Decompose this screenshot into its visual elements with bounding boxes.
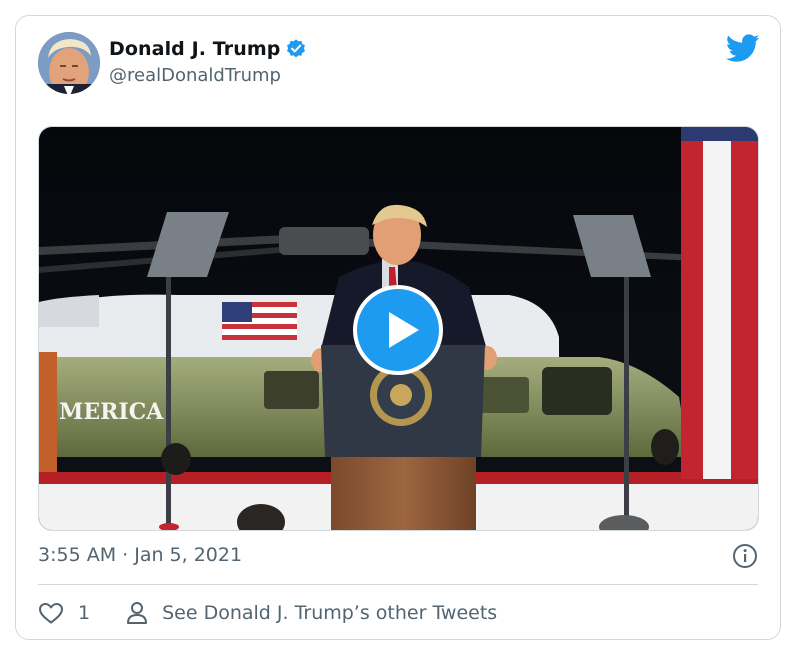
verified-badge-icon xyxy=(285,38,307,60)
helicopter-lettering: MERICA xyxy=(59,399,164,425)
tweet-actions: 1 See Donald J. Trump’s other Tweets xyxy=(38,598,497,628)
like-count: 1 xyxy=(78,602,91,624)
play-button[interactable] xyxy=(353,285,443,375)
video-media[interactable]: MERICA xyxy=(38,126,759,531)
divider xyxy=(38,584,758,585)
person-icon xyxy=(127,602,148,624)
other-tweets-label[interactable]: See Donald J. Trump’s other Tweets xyxy=(162,602,497,624)
display-name[interactable]: Donald J. Trump xyxy=(109,38,280,60)
twitter-bird-icon[interactable] xyxy=(725,34,760,64)
american-flag xyxy=(681,127,758,479)
heart-icon xyxy=(39,603,63,624)
other-tweets-link[interactable]: See Donald J. Trump’s other Tweets xyxy=(126,601,497,625)
avatar-photo xyxy=(38,32,100,94)
tweet-card: Donald J. Trump @realDonaldTrump MERICA … xyxy=(15,15,781,640)
play-icon xyxy=(389,312,419,348)
info-icon[interactable] xyxy=(732,543,758,569)
like-button[interactable]: 1 xyxy=(38,601,90,625)
author-handle[interactable]: @realDonaldTrump xyxy=(109,65,281,86)
tweet-timestamp[interactable]: 3:55 AM · Jan 5, 2021 xyxy=(38,544,242,566)
avatar[interactable] xyxy=(38,32,100,94)
helicopter-flag xyxy=(222,302,297,340)
author-name-row[interactable]: Donald J. Trump xyxy=(109,38,307,60)
